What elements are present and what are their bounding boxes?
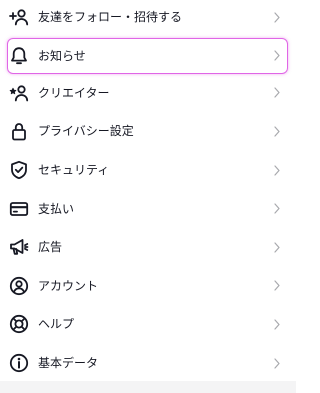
chevron-right-icon: [274, 126, 280, 137]
menu-item-label: アカウント: [38, 278, 99, 293]
menu-item-label: 基本データ: [38, 356, 99, 371]
menu-item-ads[interactable]: 広告: [0, 228, 296, 267]
chevron-right-icon: [274, 203, 280, 214]
lifebuoy-icon: [9, 314, 29, 334]
chevron-right-icon: [274, 12, 280, 23]
menu-item-basic-data[interactable]: 基本データ: [0, 344, 296, 383]
menu-item-follow-invite-friends[interactable]: 友達をフォロー・招待する: [0, 0, 296, 37]
menu-item-label: 広告: [38, 240, 63, 255]
menu-item-creator[interactable]: クリエイター: [0, 74, 296, 113]
menu-item-help[interactable]: ヘルプ: [0, 305, 296, 344]
menu-item-privacy-settings[interactable]: プライバシー設定: [0, 112, 296, 151]
credit-card-icon: [9, 199, 29, 219]
add-user-icon: [9, 7, 29, 27]
menu-item-label: お知らせ: [38, 48, 86, 63]
menu-item-label: セキュリティ: [38, 163, 110, 178]
chevron-right-icon: [274, 357, 280, 369]
menu-item-payments[interactable]: 支払い: [0, 189, 296, 228]
menu-item-label: ヘルプ: [38, 317, 75, 332]
chevron-right-icon: [274, 87, 280, 98]
settings-menu-list: 友達をフォロー・招待する お知らせ クリエイター プライバシー設定 セキュリティ…: [0, 0, 296, 393]
chevron-right-icon: [274, 50, 280, 61]
menu-item-label: 支払い: [38, 201, 75, 216]
bell-icon: [9, 46, 29, 66]
megaphone-icon: [9, 237, 29, 257]
menu-item-label: 友達をフォロー・招待する: [38, 10, 183, 25]
menu-item-security[interactable]: セキュリティ: [0, 151, 296, 190]
shield-check-icon: [9, 160, 29, 180]
account-circle-icon: [9, 276, 29, 296]
bottom-fade: [0, 381, 296, 393]
lock-icon: [9, 121, 29, 141]
chevron-right-icon: [274, 280, 280, 291]
menu-item-label: プライバシー設定: [38, 124, 134, 139]
chevron-right-icon: [274, 319, 280, 330]
menu-item-notifications[interactable]: お知らせ: [0, 37, 296, 76]
chevron-right-icon: [274, 164, 280, 176]
info-circle-icon: [9, 353, 29, 373]
chevron-right-icon: [274, 242, 280, 253]
menu-item-account[interactable]: アカウント: [0, 267, 296, 306]
menu-item-label: クリエイター: [38, 85, 110, 100]
creator-star-user-icon: [9, 83, 29, 103]
